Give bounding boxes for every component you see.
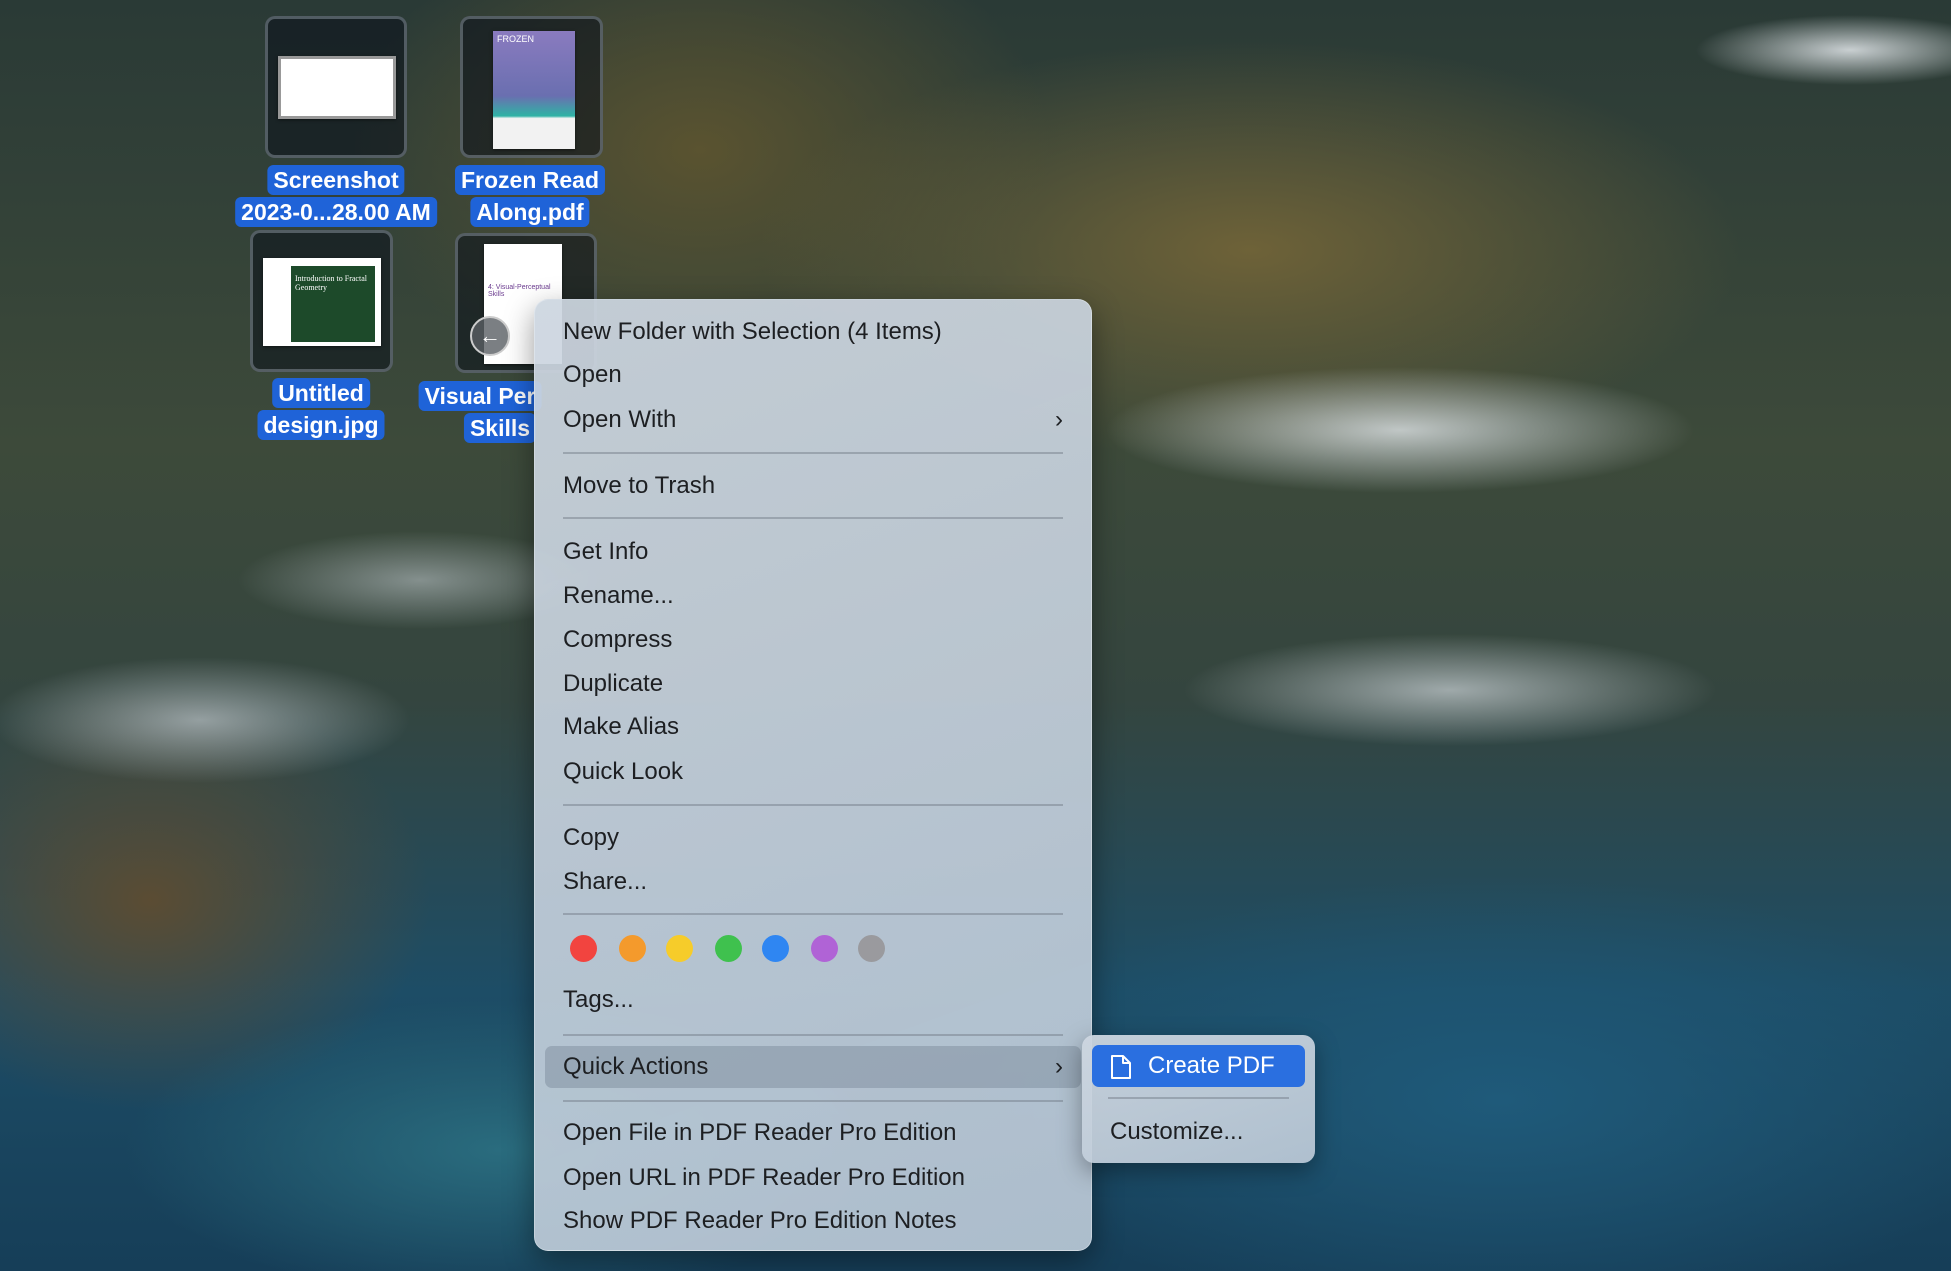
tag-gray[interactable] — [858, 935, 885, 962]
back-arrow-icon: ← — [470, 316, 510, 356]
menu-separator — [563, 913, 1063, 915]
menu-item-rename[interactable]: Rename... — [545, 575, 1081, 617]
menu-item-label: New Folder with Selection (4 Items) — [563, 318, 942, 345]
frozen-thumbnail-frame[interactable]: FROZEN — [460, 16, 603, 158]
menu-item-duplicate[interactable]: Duplicate — [545, 663, 1081, 705]
menu-item-label: Quick Look — [563, 758, 684, 785]
menu-item-label: Compress — [563, 626, 673, 653]
menu-separator — [563, 452, 1063, 454]
document-icon — [1111, 1055, 1131, 1079]
menu-item-label: Tags... — [563, 986, 634, 1013]
thumbnail-title: 4: Visual-Perceptual Skills — [488, 284, 551, 298]
menu-item-get-info[interactable]: Get Info — [545, 531, 1081, 573]
screenshot-thumbnail — [278, 56, 396, 119]
menu-item-share[interactable]: Share... — [545, 861, 1081, 903]
design-thumbnail-frame[interactable]: Introduction to Fractal Geometry — [250, 230, 393, 372]
menu-item-open-with[interactable]: Open With › — [545, 399, 1081, 441]
thumbnail-title: Introduction to Fractal Geometry — [291, 266, 375, 342]
chevron-right-icon: › — [1055, 406, 1063, 433]
menu-item-quick-actions[interactable]: Quick Actions › — [545, 1046, 1081, 1088]
menu-item-quick-look[interactable]: Quick Look — [545, 751, 1081, 793]
thumbnail-title: FROZEN — [497, 34, 534, 44]
tag-purple[interactable] — [811, 935, 838, 962]
screenshot-thumbnail-frame[interactable] — [265, 16, 407, 158]
menu-item-label: Share... — [563, 868, 648, 895]
icon-label: Untitled — [272, 378, 370, 408]
menu-item-show-pdf-reader-notes[interactable]: Show PDF Reader Pro Edition Notes — [545, 1200, 1081, 1242]
menu-item-compress[interactable]: Compress — [545, 619, 1081, 661]
menu-separator — [1108, 1097, 1289, 1099]
quick-actions-submenu: Create PDF Customize... — [1082, 1035, 1315, 1163]
menu-item-label: Make Alias — [563, 713, 680, 740]
tag-yellow[interactable] — [666, 935, 693, 962]
icon-label: Screenshot — [267, 165, 405, 195]
menu-item-make-alias[interactable]: Make Alias — [545, 706, 1081, 748]
icon-label: Skills — [463, 413, 537, 443]
menu-separator — [563, 804, 1063, 806]
submenu-item-create-pdf[interactable]: Create PDF — [1092, 1045, 1305, 1087]
menu-separator — [563, 517, 1063, 519]
menu-item-copy[interactable]: Copy — [545, 817, 1081, 859]
menu-separator — [563, 1100, 1063, 1102]
menu-item-move-to-trash[interactable]: Move to Trash — [545, 465, 1081, 507]
tag-blue[interactable] — [762, 935, 789, 962]
icon-label: Frozen Read — [454, 165, 606, 195]
chevron-right-icon: › — [1055, 1053, 1063, 1080]
menu-item-label: Get Info — [563, 538, 649, 565]
menu-item-open-url-pdf-reader[interactable]: Open URL in PDF Reader Pro Edition — [545, 1157, 1081, 1199]
image-thumbnail: Introduction to Fractal Geometry — [263, 258, 381, 346]
menu-item-label: Customize... — [1110, 1118, 1244, 1145]
tag-red[interactable] — [570, 935, 597, 962]
context-menu: New Folder with Selection (4 Items) Open… — [534, 299, 1092, 1251]
menu-item-label: Quick Actions — [563, 1053, 709, 1080]
menu-item-new-folder-with-selection[interactable]: New Folder with Selection (4 Items) — [545, 311, 1081, 353]
menu-item-label: Rename... — [563, 582, 674, 609]
pdf-thumbnail: FROZEN — [493, 31, 575, 149]
menu-item-tags[interactable]: Tags... — [545, 979, 1081, 1021]
tag-green[interactable] — [715, 935, 742, 962]
menu-item-label: Open — [563, 361, 622, 388]
menu-item-label: Open URL in PDF Reader Pro Edition — [563, 1164, 965, 1191]
menu-separator — [563, 1034, 1063, 1036]
icon-label: design.jpg — [257, 410, 385, 440]
icon-label: Along.pdf — [470, 197, 590, 227]
menu-item-label: Move to Trash — [563, 472, 716, 499]
menu-item-label: Show PDF Reader Pro Edition Notes — [563, 1207, 957, 1234]
menu-item-label: Copy — [563, 824, 620, 851]
menu-item-open-file-pdf-reader[interactable]: Open File in PDF Reader Pro Edition — [545, 1112, 1081, 1154]
menu-item-label: Create PDF — [1148, 1052, 1275, 1079]
menu-item-label: Duplicate — [563, 670, 664, 697]
menu-item-open[interactable]: Open — [545, 354, 1081, 396]
icon-label: Visual Per — [418, 381, 542, 411]
submenu-item-customize[interactable]: Customize... — [1092, 1111, 1305, 1153]
icon-label: 2023-0...28.00 AM — [235, 197, 437, 227]
menu-item-label: Open File in PDF Reader Pro Edition — [563, 1119, 957, 1146]
tag-orange[interactable] — [619, 935, 646, 962]
menu-item-label: Open With — [563, 406, 677, 433]
